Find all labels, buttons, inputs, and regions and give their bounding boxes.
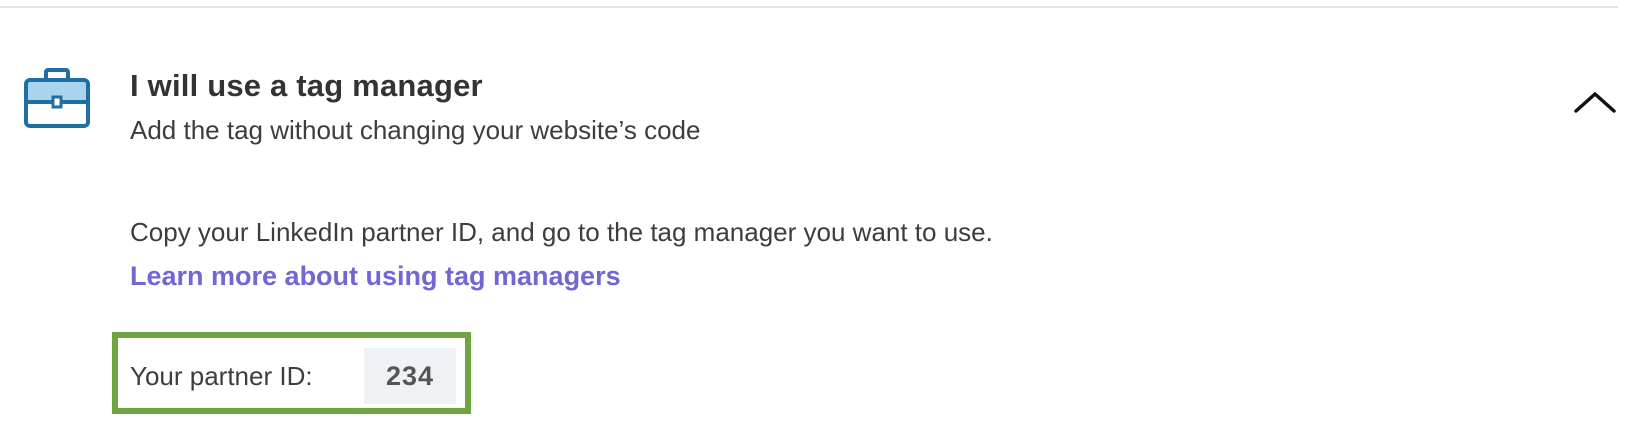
instruction-text: Copy your LinkedIn partner ID, and go to… xyxy=(130,217,993,247)
partner-id-label: Your partner ID: xyxy=(130,361,313,391)
option-title: I will use a tag manager xyxy=(130,68,483,103)
chevron-up-icon xyxy=(1574,92,1616,113)
collapse-toggle-button[interactable] xyxy=(1568,80,1622,124)
tag-manager-option: I will use a tag manager Add the tag wit… xyxy=(0,0,1640,434)
partner-id-value[interactable]: 234 xyxy=(364,348,456,404)
briefcase-icon xyxy=(24,68,90,128)
learn-more-link[interactable]: Learn more about using tag managers xyxy=(130,256,621,296)
option-subtitle: Add the tag without changing your websit… xyxy=(130,115,701,145)
